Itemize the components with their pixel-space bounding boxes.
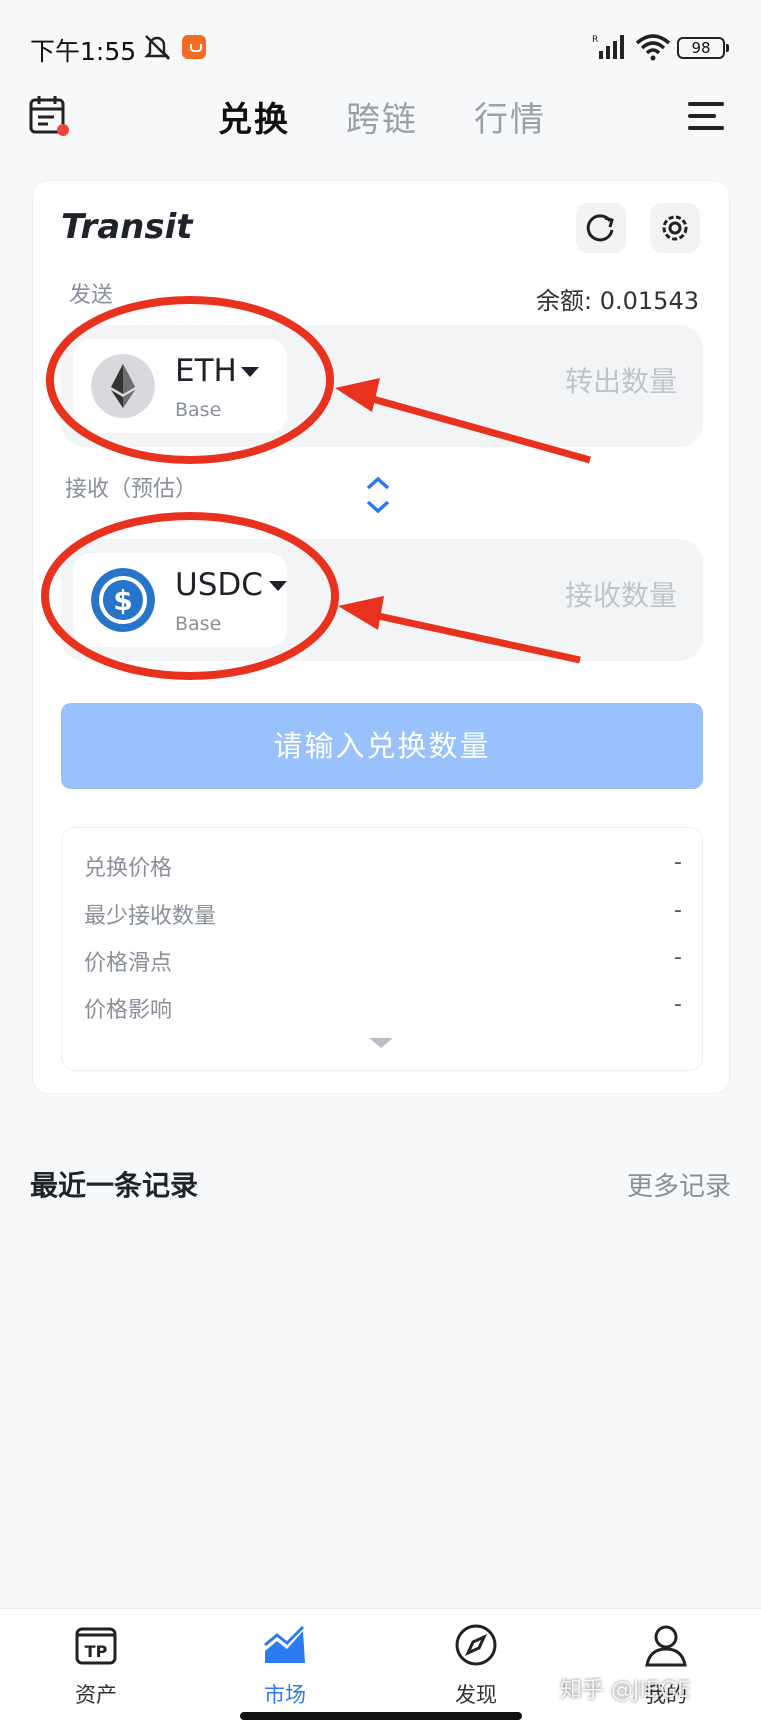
send-token-selector[interactable]: ETH Base [73, 339, 287, 433]
nav-label: 资产 [75, 1683, 117, 1707]
expand-details-icon[interactable] [369, 1038, 393, 1048]
svg-text:TP: TP [85, 1642, 108, 1661]
compass-icon [455, 1624, 497, 1666]
wifi-icon [635, 34, 671, 61]
balance-text: 余额: 0.01543 [536, 287, 699, 315]
tab-swap[interactable]: 兑换 [218, 92, 290, 141]
receive-label: 接收（预估） [65, 477, 198, 502]
receive-token-row: $ USDC Base [61, 539, 703, 661]
send-token-row: ETH Base [61, 325, 703, 447]
menu-icon[interactable] [688, 100, 728, 132]
nav-label: 市场 [264, 1683, 306, 1707]
swap-card: Transit 发送 余额: 0.01543 ETH Base 转出数量 接收（… [32, 180, 730, 1094]
nav-item-assets[interactable]: TP 资产 [36, 1623, 156, 1713]
more-records-link[interactable]: 更多记录 [627, 1166, 731, 1203]
info-row: 价格影响 - [84, 992, 682, 1023]
swap-direction-icon[interactable] [363, 475, 393, 515]
info-label: 价格滑点 [84, 951, 173, 976]
info-label: 最少接收数量 [84, 904, 217, 929]
svg-text:$: $ [113, 584, 132, 617]
info-label: 兑换价格 [84, 856, 173, 881]
receive-token-selector[interactable]: $ USDC Base [73, 553, 287, 647]
battery-icon: 98 [677, 37, 729, 59]
status-bar: 下午1:55 R 98 [0, 0, 761, 80]
nav-item-discover[interactable]: 发现 [416, 1623, 536, 1713]
status-time: 下午1:55 [30, 37, 137, 66]
svg-text:R: R [592, 35, 598, 45]
mute-icon [144, 35, 170, 60]
receive-token-symbol: USDC [175, 567, 263, 603]
nav-label: 发现 [455, 1683, 497, 1707]
chart-icon [264, 1625, 305, 1663]
usdc-token-icon: $ [91, 568, 155, 632]
tab-market[interactable]: 行情 [474, 92, 546, 141]
send-token-chain: Base [175, 399, 222, 421]
settings-button[interactable] [650, 203, 700, 253]
swap-submit-button[interactable]: 请输入兑换数量 [61, 703, 703, 789]
signal-icon: R [592, 35, 624, 59]
user-icon [645, 1625, 687, 1667]
info-value: - [674, 898, 682, 923]
swap-info-panel: 兑换价格 - 最少接收数量 - 价格滑点 - 价格影响 - [61, 827, 703, 1071]
send-label: 发送 [69, 283, 114, 308]
gear-icon [662, 215, 688, 241]
refresh-icon [586, 214, 614, 242]
send-amount-input[interactable] [477, 365, 677, 398]
home-indicator[interactable] [240, 1712, 522, 1720]
caret-down-icon [241, 367, 259, 377]
caret-down-icon [269, 581, 287, 591]
info-value: - [674, 945, 682, 970]
receive-amount-input[interactable] [477, 579, 677, 612]
brand-logo-text: Transit [61, 207, 193, 247]
refresh-button[interactable] [576, 203, 626, 253]
info-row: 价格滑点 - [84, 945, 682, 976]
info-value: - [674, 992, 682, 1017]
recent-records-title: 最近一条记录 [30, 1169, 199, 1202]
watermark: 知乎 @JIEGE [560, 1678, 691, 1703]
top-header: 兑换 跨链 行情 [0, 80, 761, 150]
eth-token-icon [91, 354, 155, 418]
info-label: 价格影响 [84, 998, 173, 1023]
receive-token-chain: Base [175, 613, 222, 635]
nav-item-market[interactable]: 市场 [225, 1623, 345, 1713]
info-row: 最少接收数量 - [84, 898, 682, 929]
app-notification-icon [182, 35, 206, 59]
tab-bridge[interactable]: 跨链 [346, 92, 418, 141]
send-token-symbol: ETH [175, 353, 237, 389]
info-row: 兑换价格 - [84, 850, 682, 881]
tp-wallet-icon: TP [75, 1627, 117, 1665]
info-value: - [674, 850, 682, 875]
calendar-icon[interactable] [28, 94, 72, 138]
